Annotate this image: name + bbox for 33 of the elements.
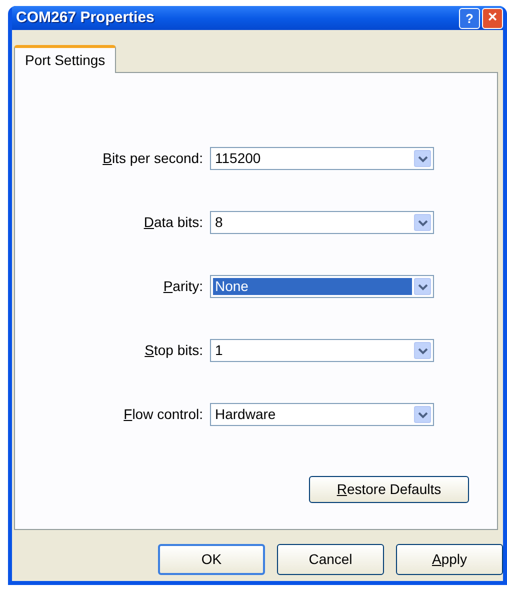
dropdown[interactable]: None: [210, 275, 434, 298]
field-label: Stop bits:: [144, 341, 204, 360]
field-label: Parity:: [162, 277, 204, 296]
field-label: Flow control:: [122, 405, 204, 424]
chevron-down-icon: [418, 410, 428, 418]
dropdown-button[interactable]: [414, 406, 431, 423]
dialog-button[interactable]: OK: [158, 544, 265, 575]
dropdown-value: None: [213, 278, 412, 295]
dropdown-button[interactable]: [414, 150, 431, 167]
chevron-down-icon: [418, 154, 428, 162]
dropdown-value: 8: [214, 214, 224, 231]
dropdown-value: 115200: [214, 150, 262, 167]
dialog-button[interactable]: Cancel: [277, 544, 384, 575]
dropdown[interactable]: 115200: [210, 147, 434, 170]
dropdown-button[interactable]: [414, 278, 431, 295]
dropdown-button[interactable]: [414, 342, 431, 359]
restore-defaults-button[interactable]: Restore Defaults: [309, 476, 469, 503]
field-label: Bits per second:: [102, 149, 204, 168]
dropdown-value: 1: [214, 342, 224, 359]
chevron-down-icon: [418, 346, 428, 354]
tab[interactable]: Port Settings: [14, 45, 116, 73]
help-button[interactable]: ?: [459, 8, 480, 28]
chevron-down-icon: [418, 282, 428, 290]
dialog-button[interactable]: Apply: [396, 544, 503, 575]
dropdown[interactable]: 8: [210, 211, 434, 234]
dropdown-value: Hardware: [214, 406, 277, 423]
window-title: COM267 Properties: [16, 8, 154, 28]
close-button[interactable]: ×: [482, 8, 503, 28]
field-label: Data bits:: [142, 213, 204, 232]
dropdown[interactable]: 1: [210, 339, 434, 362]
dropdown-button[interactable]: [414, 214, 431, 231]
chevron-down-icon: [418, 218, 428, 226]
dropdown[interactable]: Hardware: [210, 403, 434, 426]
